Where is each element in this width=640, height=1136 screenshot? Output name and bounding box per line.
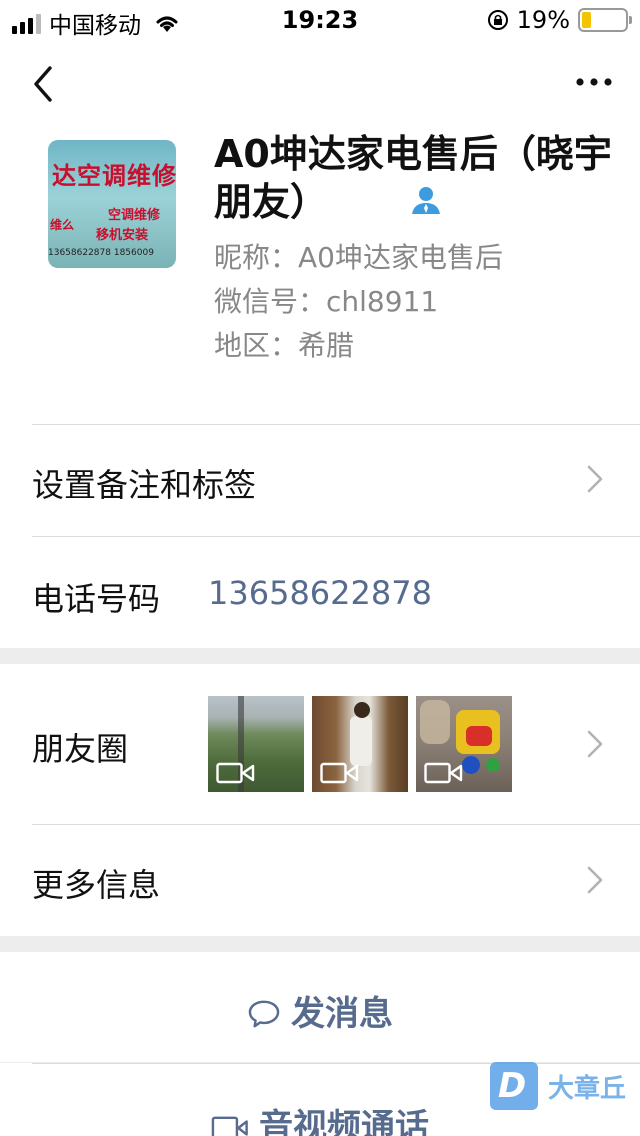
video-camera-icon [216,762,255,784]
status-right: 19% [487,6,632,34]
watermark-text: 大章丘 [548,1073,627,1104]
avatar[interactable]: 达空调维修 维么 空调维修 移机安装 13658622878 1856009 [48,140,176,268]
moments-label: 朋友圈 [32,730,129,768]
more-info-row[interactable]: 更多信息 [0,824,640,936]
status-bar: 中国移动 19:23 19% [0,0,640,40]
more-icon[interactable] [574,72,614,92]
chevron-right-icon [587,866,603,894]
wechat-id-value: chl8911 [326,285,439,318]
moments-thumbnail[interactable] [208,696,304,792]
phone-row: 电话号码 13658622878 [0,536,640,648]
nickname-line: 昵称：A0坤达家电售后 [214,236,503,276]
back-icon[interactable] [28,62,58,106]
orientation-lock-icon [487,10,508,30]
divider [32,536,640,537]
moments-thumbnail[interactable] [416,696,512,792]
region-line: 地区：希腊 [214,324,354,364]
send-message-action: 发消息 [0,986,640,1035]
remark-row[interactable]: 设置备注和标签 [0,424,640,536]
phone-number-link[interactable]: 13658622878 [208,574,432,612]
battery-percent: 19% [516,6,570,34]
nickname-value: A0坤达家电售后 [298,241,503,274]
chevron-right-icon [587,465,603,493]
chevron-right-icon [587,730,603,758]
nav-bar [0,40,640,128]
avatar-text-side: 维么 [50,218,75,232]
more-info-label: 更多信息 [32,866,161,904]
moments-row[interactable]: 朋友圈 [0,664,640,824]
wechat-id-line: 微信号：chl8911 [214,280,438,320]
user-icon [412,187,440,214]
watermark-logo: D [490,1062,538,1110]
video-camera-icon [424,762,463,784]
chat-bubble-icon [248,1000,280,1028]
battery-icon [578,8,632,32]
wechat-id-label: 微信号： [214,285,327,318]
phone-label: 电话号码 [32,580,161,618]
nickname-label: 昵称： [214,241,299,274]
avatar-text-2: 空调维修 [108,208,161,223]
video-camera-icon [211,1116,248,1136]
region-label: 地区： [214,329,299,362]
send-message-button[interactable]: 发消息 [0,952,640,1062]
divider [32,824,640,825]
profile-card: 达空调维修 维么 空调维修 移机安装 13658622878 1856009 A… [0,128,640,648]
watermark: D 大章丘 [490,1062,626,1110]
avatar-text-3: 移机安装 [96,228,149,243]
divider [32,424,640,425]
video-camera-icon [320,762,359,784]
avatar-text-1: 达空调维修 [52,162,176,190]
send-message-label: 发消息 [291,994,393,1034]
video-call-label: 音视频通话 [259,1107,429,1136]
avatar-text-4: 13658622878 1856009 [48,248,154,258]
remark-label: 设置备注和标签 [32,466,257,504]
region-value: 希腊 [298,329,355,362]
moments-thumbnail[interactable] [312,696,408,792]
